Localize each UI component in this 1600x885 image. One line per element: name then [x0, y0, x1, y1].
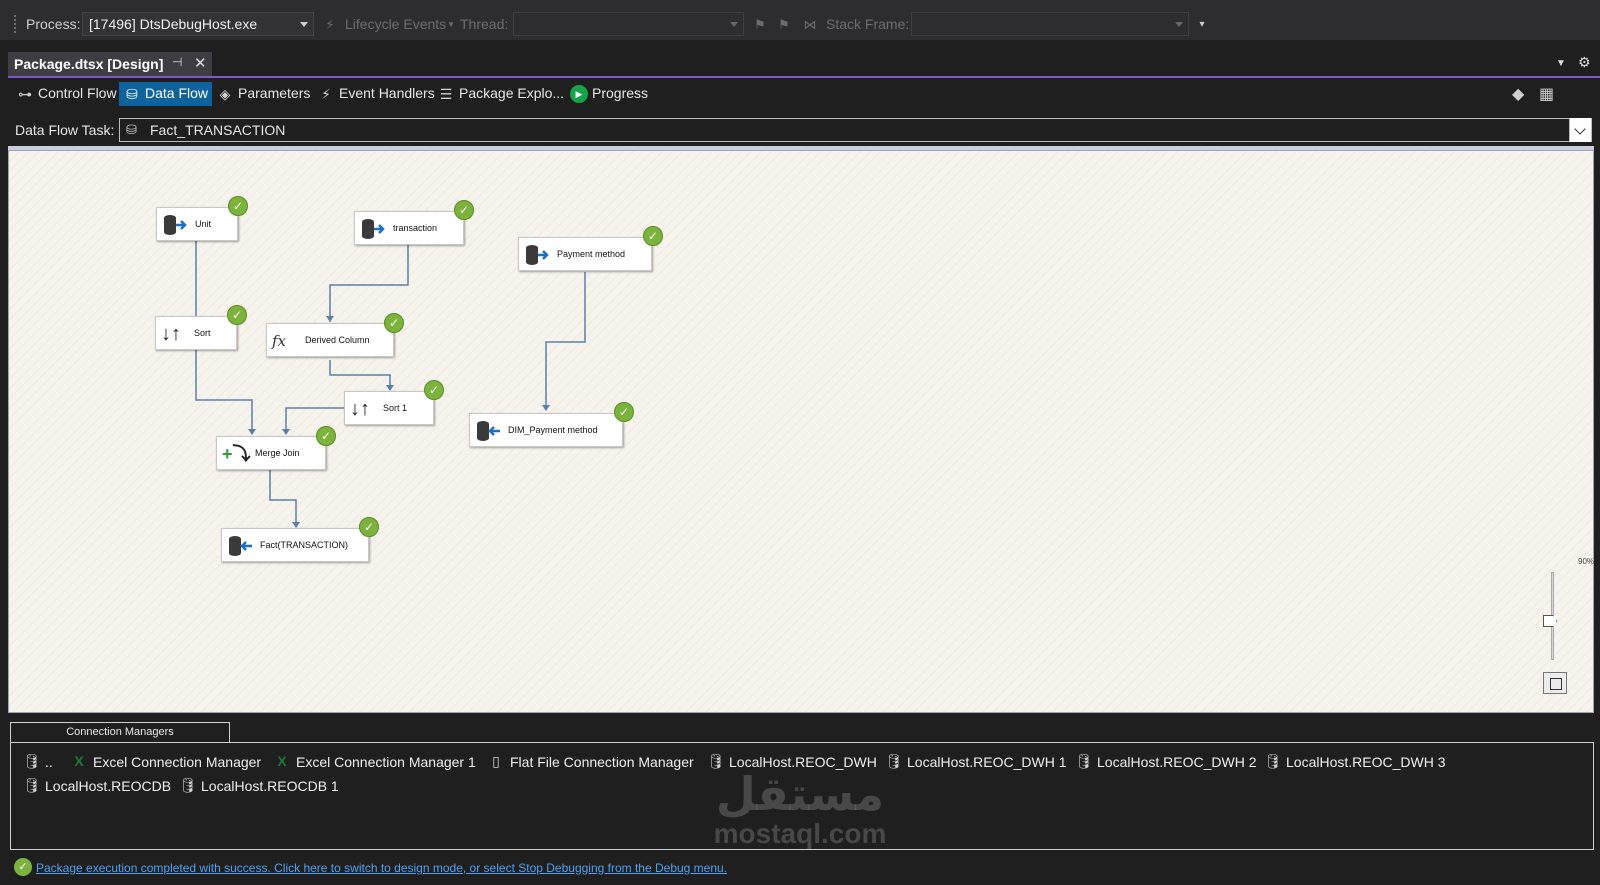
excel-icon: X [74, 753, 84, 769]
database-icon: 🛢 [23, 753, 41, 769]
connection-label: Flat File Connection Manager [510, 754, 694, 770]
connection-manager-item[interactable]: 🛢 LocalHost.REOC_DWH 3 [1264, 753, 1446, 770]
connection-label: Excel Connection Manager [93, 754, 262, 770]
component-label: Payment method [557, 249, 626, 259]
status-bar: ✓ Package execution completed with succe… [8, 857, 1600, 879]
component-label: Derived Column [305, 335, 370, 345]
destination-dim-payment-method[interactable]: DIM_Payment method [469, 413, 623, 447]
connection-manager-item[interactable]: 🛢 LocalHost.REOC_DWH 2 [1075, 753, 1257, 770]
destination-database-icon [477, 421, 500, 441]
arrowhead [282, 429, 290, 435]
flat-file-icon: ▯ [492, 753, 500, 769]
status-message-link[interactable]: Package execution completed with success… [36, 861, 727, 875]
connection-label: Excel Connection Manager 1 [296, 754, 476, 770]
component-label: transaction [393, 223, 438, 233]
zoom-to-fit-button[interactable] [1543, 672, 1567, 694]
database-icon: 🛢 [1075, 753, 1093, 769]
success-check-icon: ✓ [384, 313, 404, 333]
component-label: Sort 1 [383, 403, 408, 413]
source-database-icon [526, 245, 549, 265]
success-check-icon: ✓ [643, 226, 663, 246]
connection-label: .. [45, 754, 53, 770]
connection-label: LocalHost.REOC_DWH 3 [1286, 754, 1446, 770]
connection-manager-item[interactable]: X Excel Connection Manager 1 [274, 753, 476, 770]
component-label: Unit [195, 219, 212, 229]
database-icon: 🛢 [885, 753, 903, 769]
success-check-icon: ✓ [424, 380, 444, 400]
merge-join-icon: +⤵ [222, 444, 251, 464]
arrowhead [326, 316, 334, 322]
sort-icon: ↓↑ [161, 323, 181, 345]
connection-managers-tab[interactable]: Connection Managers [10, 722, 230, 742]
source-database-icon [164, 215, 187, 235]
path-sort-merge[interactable] [195, 350, 253, 433]
success-check-icon: ✓ [228, 196, 248, 216]
path-transaction-derived[interactable] [329, 243, 409, 322]
connection-label: LocalHost.REOC_DWH 1 [907, 754, 1067, 770]
success-check-icon: ✓ [316, 426, 336, 446]
path-sort1-merge[interactable] [285, 407, 344, 433]
path-payment-dim[interactable] [545, 272, 586, 410]
connection-manager-item[interactable]: 🛢 LocalHost.REOC_DWH 1 [885, 753, 1067, 770]
database-icon: 🛢 [1264, 753, 1282, 769]
database-icon: 🛢 [23, 777, 41, 793]
excel-icon: X [277, 753, 287, 769]
connection-label: LocalHost.REOCDB [45, 778, 172, 794]
transform-sort-1[interactable]: ↓↑ Sort 1 [344, 391, 434, 425]
arrowhead [248, 429, 256, 435]
sort-icon: ↓↑ [350, 398, 370, 420]
source-transaction[interactable]: transaction [354, 211, 464, 245]
source-database-icon [362, 219, 385, 239]
transform-sort[interactable]: ↓↑ Sort [155, 316, 237, 350]
connection-manager-item[interactable]: 🛢 LocalHost.REOCDB [23, 777, 172, 794]
connection-manager-item[interactable]: ▯ Flat File Connection Manager [488, 753, 694, 770]
watermark-text: mostaql.com [713, 818, 887, 849]
connection-label: LocalHost.REOCDB 1 [201, 778, 339, 794]
success-check-icon: ✓ [359, 517, 379, 537]
connection-manager-item[interactable]: 🛢.. [23, 753, 53, 770]
source-payment-method[interactable]: Payment method [518, 237, 652, 271]
connection-manager-item[interactable]: X Excel Connection Manager [71, 753, 262, 770]
component-label: DIM_Payment method [508, 425, 598, 435]
derived-column-icon: fx [272, 332, 287, 350]
path-derived-sort1[interactable] [329, 360, 391, 390]
destination-fact-transaction[interactable]: Fact(TRANSACTION) [221, 528, 369, 562]
source-unit[interactable]: Unit [156, 207, 238, 241]
success-check-icon: ✓ [454, 200, 474, 220]
transform-merge-join[interactable]: +⤵ Merge Join [216, 436, 326, 470]
destination-database-icon [229, 536, 252, 556]
connection-label: LocalHost.REOC_DWH 2 [1097, 754, 1257, 770]
success-check-icon: ✓ [614, 402, 634, 422]
path-merge-fact[interactable] [269, 470, 297, 527]
arrowhead [542, 405, 550, 411]
connection-manager-item[interactable]: 🛢 LocalHost.REOCDB 1 [179, 777, 339, 794]
zoom-level-label: 90% [1578, 557, 1595, 566]
transform-derived-column[interactable]: fx Derived Column [266, 323, 394, 357]
component-label: Sort [194, 328, 211, 338]
component-label: Fact(TRANSACTION) [260, 540, 349, 550]
watermark-logo: مستقل [715, 768, 885, 820]
component-label: Merge Join [255, 448, 300, 458]
success-icon: ✓ [14, 858, 32, 876]
database-icon: 🛢 [179, 777, 197, 793]
success-check-icon: ✓ [227, 305, 247, 325]
